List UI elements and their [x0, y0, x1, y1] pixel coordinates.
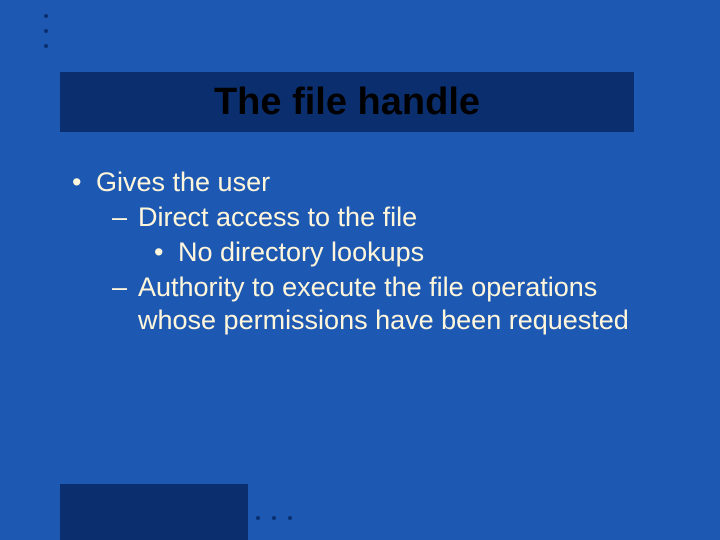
bullet-level1: Gives the user [68, 166, 660, 199]
dot-icon [44, 14, 48, 18]
dot-icon [44, 44, 48, 48]
dot-icon [44, 29, 48, 33]
bullet-level2: Direct access to the file [68, 201, 660, 234]
dot-icon [256, 516, 260, 520]
slide-content: Gives the user Direct access to the file… [68, 166, 660, 339]
decoration-dots-bottom [256, 516, 292, 520]
bullet-level2: Authority to execute the file operations… [68, 271, 660, 337]
footer-accent-block [60, 484, 248, 540]
decoration-dots-top [44, 14, 48, 48]
dot-icon [288, 516, 292, 520]
slide: The file handle Gives the user Direct ac… [0, 0, 720, 540]
bullet-level3: No directory lookups [68, 236, 660, 269]
dot-icon [272, 516, 276, 520]
slide-title: The file handle [214, 81, 480, 124]
title-bar: The file handle [60, 72, 634, 132]
